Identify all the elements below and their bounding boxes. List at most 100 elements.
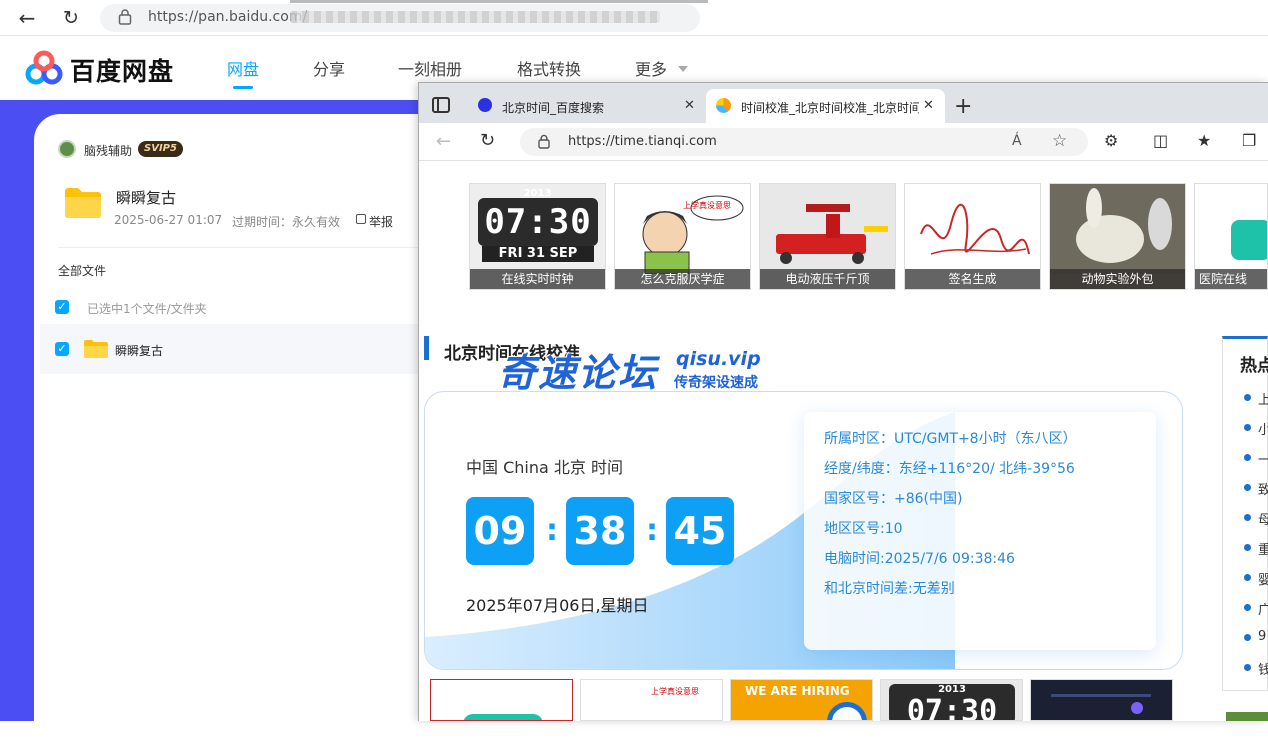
info-time-diff: 和北京时间差:无差别 xyxy=(824,581,955,597)
rabbit-photo-icon xyxy=(1050,184,1185,274)
favorites-icon[interactable]: ★ xyxy=(1197,131,1211,150)
nav-wangpan[interactable]: 网盘 xyxy=(227,56,259,80)
nav-active-indicator xyxy=(233,86,253,89)
hiring-text: WE ARE HIRING xyxy=(745,684,850,698)
divider xyxy=(58,247,418,248)
tab-baidu-search[interactable]: 北京时间_百度搜索 xyxy=(502,99,604,116)
folder-icon xyxy=(65,188,101,218)
extensions-icon[interactable]: ⚙ xyxy=(1104,131,1118,150)
tab-time-calibration-title[interactable]: 时间校准_北京时间校准_北京时间 xyxy=(741,99,919,116)
bullet xyxy=(1244,514,1251,521)
hot-item[interactable]: 母 xyxy=(1258,509,1268,528)
clock-location: 中国 China 北京 时间 xyxy=(466,458,623,477)
thumb-signature[interactable]: 签名生成 xyxy=(904,183,1041,290)
bullet xyxy=(1244,544,1251,551)
app-shape xyxy=(463,714,543,720)
bottom-thumb[interactable] xyxy=(430,679,573,721)
file-name[interactable]: 瞬瞬复古 xyxy=(115,342,163,359)
favorite-star-icon[interactable]: ☆ xyxy=(1052,131,1067,151)
svip-badge: SVIP5 xyxy=(138,141,183,157)
thumb-caption[interactable]: 签名生成 xyxy=(905,269,1040,289)
close-icon[interactable]: ✕ xyxy=(684,98,695,113)
clock-minutes: 38 xyxy=(566,497,634,565)
bullet xyxy=(1244,424,1251,431)
reload-icon[interactable]: ↻ xyxy=(58,6,84,30)
hot-item[interactable]: 小 xyxy=(1258,419,1268,438)
clock-colon: : xyxy=(546,513,558,548)
nav-format-convert[interactable]: 格式转换 xyxy=(517,56,581,80)
bottom-thumb[interactable]: 2013 07:30 xyxy=(880,679,1023,721)
share-expire: 过期时间：永久有效 xyxy=(232,215,341,229)
hot-item[interactable]: 9 xyxy=(1258,629,1268,644)
hot-item[interactable]: 重 xyxy=(1258,539,1268,558)
hot-item[interactable]: 广 xyxy=(1258,599,1268,618)
info-computer-time: 电脑时间:2025/7/6 09:38:46 xyxy=(824,551,1015,567)
breadcrumb-all-files[interactable]: 全部文件 xyxy=(58,262,106,279)
thumb-caption[interactable]: 怎么克服厌学症 xyxy=(615,269,750,289)
new-tab-icon[interactable]: + xyxy=(954,94,972,119)
read-aloud-icon[interactable]: Á xyxy=(1012,133,1022,149)
thumb-caption[interactable]: 在线实时时钟 xyxy=(470,269,605,289)
address-url[interactable]: https://time.tianqi.com xyxy=(568,134,717,149)
collections-icon[interactable]: ❐ xyxy=(1242,131,1256,150)
circle-logo-icon xyxy=(827,702,867,720)
bottom-thumb[interactable]: 上学真没意思 xyxy=(580,679,723,721)
thumb-school[interactable]: 上学真没意思 怎么克服厌学症 xyxy=(614,183,751,290)
hot-item[interactable]: 致 xyxy=(1258,479,1268,498)
baidu-paw-icon xyxy=(478,98,492,112)
back-arrow-icon[interactable]: ← xyxy=(436,131,451,152)
report-icon[interactable] xyxy=(356,214,366,224)
bottom-right-thumb[interactable] xyxy=(1226,712,1268,721)
clock-hours: 09 xyxy=(466,497,534,565)
clock-digits: 07:30 xyxy=(906,694,998,721)
select-all-checkbox[interactable]: ✓ xyxy=(55,300,69,314)
bottom-thumb[interactable] xyxy=(1030,679,1173,721)
speech-bubble: 上学真没意思 xyxy=(683,201,731,210)
watermark-text: 奇速论坛 xyxy=(498,351,659,395)
lock-icon xyxy=(538,134,550,149)
tab-actions-icon[interactable] xyxy=(432,97,450,113)
section-accent-bar xyxy=(424,336,429,360)
hot-item[interactable]: 一 xyxy=(1258,449,1268,468)
hot-item[interactable]: 婴 xyxy=(1258,569,1268,588)
nav-share[interactable]: 分享 xyxy=(313,56,345,80)
chevron-down-icon xyxy=(678,66,688,72)
thumb-caption[interactable]: 电动液压千斤顶 xyxy=(760,269,895,289)
row-checkbox[interactable]: ✓ xyxy=(55,342,69,356)
back-arrow-icon[interactable]: ← xyxy=(14,6,40,30)
info-area-code: 地区区号:10 xyxy=(824,521,903,537)
bullet xyxy=(1244,634,1251,641)
close-icon[interactable]: ✕ xyxy=(923,98,934,113)
thumb-rabbit[interactable]: 动物实验外包 xyxy=(1049,183,1186,290)
hot-item[interactable]: 上 xyxy=(1258,389,1268,408)
split-screen-icon[interactable]: ◫ xyxy=(1153,131,1168,150)
bullet xyxy=(1244,574,1251,581)
thumb-hospital[interactable]: 医院在线 xyxy=(1194,183,1268,290)
clock-year: 2013 xyxy=(523,188,552,199)
hot-title: 热点 xyxy=(1240,356,1268,376)
bullet xyxy=(1244,454,1251,461)
pan-brand: 百度网盘 xyxy=(70,57,175,86)
info-coordinates: 经度/纬度：东经+116°20/ 北纬-39°56 xyxy=(824,461,1075,477)
report-link[interactable]: 举报 xyxy=(369,213,393,230)
clock-colon: : xyxy=(646,513,658,548)
thumb-caption[interactable]: 医院在线 xyxy=(1195,269,1267,289)
speech-bubble: 上学真没意思 xyxy=(651,687,699,696)
watermark-subtitle: 传奇架设速成 xyxy=(674,375,758,391)
hot-item[interactable]: 钱 xyxy=(1258,659,1268,678)
bottom-thumb[interactable]: WE ARE HIRING xyxy=(730,679,873,721)
nav-album[interactable]: 一刻相册 xyxy=(398,56,462,80)
nav-more[interactable]: 更多 xyxy=(635,56,667,80)
thumb-jack[interactable]: 电动液压千斤顶 xyxy=(759,183,896,290)
folder-icon xyxy=(84,340,108,358)
dashboard-dot xyxy=(1131,702,1143,714)
thumb-clock[interactable]: 07:30 2013 FRI 31 SEP 在线实时时钟 xyxy=(469,183,606,290)
thumb-caption[interactable]: 动物实验外包 xyxy=(1050,269,1185,289)
avatar xyxy=(58,140,76,158)
bullet xyxy=(1244,604,1251,611)
selected-count-text: 已选中1个文件/文件夹 xyxy=(87,302,207,316)
reload-icon[interactable]: ↻ xyxy=(480,130,495,151)
address-url[interactable]: https://pan.baidu.com/ xyxy=(148,9,307,25)
blurred-url-path xyxy=(290,11,660,23)
bullet xyxy=(1244,484,1251,491)
